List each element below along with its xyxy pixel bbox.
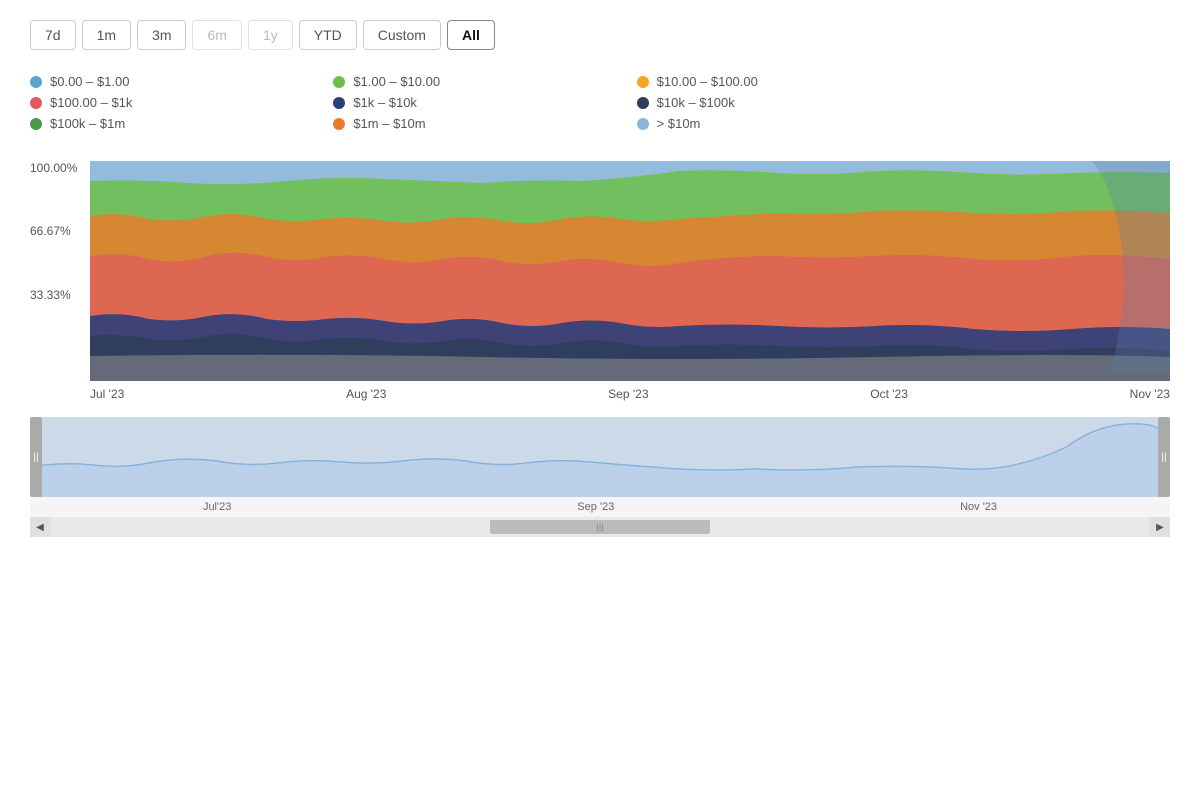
legend-dot-3 [30,97,42,109]
navigator-handle-left[interactable]: || [30,417,42,497]
time-btn-1m[interactable]: 1m [82,20,131,50]
x-axis-label-4: Nov '23 [1130,387,1170,401]
x-axis-label-3: Oct '23 [870,387,908,401]
time-btn-7d[interactable]: 7d [30,20,76,50]
legend-item-6: $100k – $1m [30,116,323,131]
legend-label-6: $100k – $1m [50,116,125,131]
chart-legend: $0.00 – $1.00 $1.00 – $10.00 $10.00 – $100… [30,74,930,131]
legend-label-2: $10.00 – $100.00 [657,74,758,89]
legend-label-4: $1k – $10k [353,95,417,110]
scroll-left-arrow[interactable]: ◀ [30,517,50,537]
area-chart-svg [90,161,1170,381]
legend-dot-8 [637,118,649,130]
time-btn-6m: 6m [192,20,241,50]
legend-label-3: $100.00 – $1k [50,95,132,110]
legend-label-8: > $10m [657,116,701,131]
y-axis-label-2: 33.33% [30,288,90,302]
nav-x-label-2: Nov '23 [960,501,997,513]
legend-dot-4 [333,97,345,109]
scrollbar-track[interactable]: ||| [50,517,1150,537]
y-axis-label-0: 100.00% [30,161,90,175]
navigator-selection [30,417,1170,497]
scrollbar[interactable]: ◀ ||| ▶ [30,517,1170,537]
legend-dot-7 [333,118,345,130]
legend-label-7: $1m – $10m [353,116,425,131]
legend-dot-6 [30,118,42,130]
legend-label-1: $1.00 – $10.00 [353,74,440,89]
x-axis-label-2: Sep '23 [608,387,648,401]
time-btn-1y: 1y [248,20,293,50]
legend-dot-0 [30,76,42,88]
navigator[interactable]: || || Jul'23 Sep '23 Nov '23 [30,417,1170,517]
legend-dot-2 [637,76,649,88]
navigator-handle-right[interactable]: || [1158,417,1170,497]
x-axis-label-1: Aug '23 [346,387,386,401]
time-btn-custom[interactable]: Custom [363,20,441,50]
time-range-selector: 7d1m3m6m1yYTDCustomAll [30,20,1170,50]
legend-label-5: $10k – $100k [657,95,735,110]
navigator-chart: || || [30,417,1170,497]
legend-item-1: $1.00 – $10.00 [333,74,626,89]
y-axis-label-1: 66.67% [30,224,90,238]
chart-area [90,161,1170,381]
nav-x-label-1: Sep '23 [577,501,614,513]
time-btn-all[interactable]: All [447,20,495,50]
scroll-right-arrow[interactable]: ▶ [1150,517,1170,537]
scrollbar-thumb[interactable]: ||| [490,520,710,534]
legend-item-5: $10k – $100k [637,95,930,110]
legend-item-4: $1k – $10k [333,95,626,110]
main-chart [90,161,1170,381]
legend-item-7: $1m – $10m [333,116,626,131]
legend-item-8: > $10m [637,116,930,131]
legend-item-2: $10.00 – $100.00 [637,74,930,89]
legend-label-0: $0.00 – $1.00 [50,74,130,89]
x-axis-label-0: Jul '23 [90,387,124,401]
time-btn-ytd[interactable]: YTD [299,20,357,50]
nav-x-label-0: Jul'23 [203,501,231,513]
legend-dot-5 [637,97,649,109]
y-axis: 100.00% 66.67% 33.33% [30,161,90,351]
navigator-x-axis: Jul'23 Sep '23 Nov '23 [30,497,1170,517]
legend-item-0: $0.00 – $1.00 [30,74,323,89]
legend-dot-1 [333,76,345,88]
time-btn-3m[interactable]: 3m [137,20,186,50]
chart-wrapper: 100.00% 66.67% 33.33% [30,161,1170,381]
x-axis: Jul '23 Aug '23 Sep '23 Oct '23 Nov '23 [90,381,1170,407]
legend-item-3: $100.00 – $1k [30,95,323,110]
